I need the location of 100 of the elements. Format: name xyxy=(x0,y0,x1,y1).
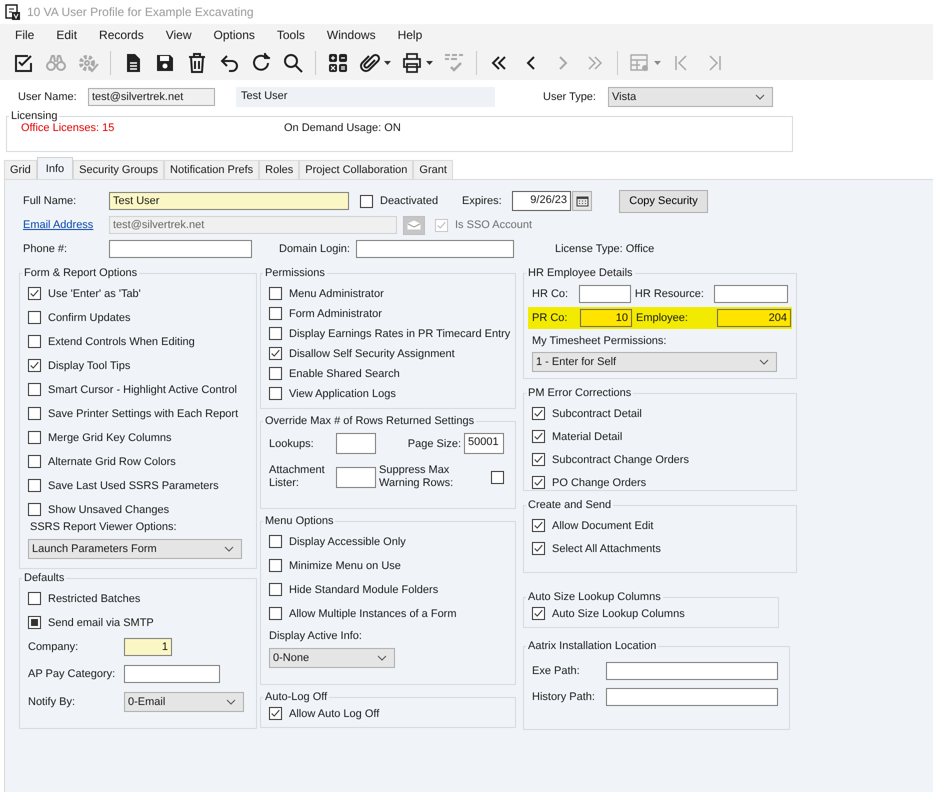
field-label: User Type: xyxy=(543,91,597,103)
calendar-button[interactable] xyxy=(572,191,592,211)
menu-item[interactable]: Help xyxy=(388,28,430,42)
checkbox-label: Hide Standard Module Folders xyxy=(289,584,438,596)
checkbox[interactable] xyxy=(28,287,41,300)
tab[interactable]: Roles xyxy=(259,160,300,179)
checkbox[interactable] xyxy=(28,359,41,372)
spelling-icon xyxy=(443,52,465,74)
checkbox[interactable] xyxy=(532,476,545,489)
checkbox[interactable] xyxy=(532,407,545,420)
checkbox[interactable] xyxy=(360,194,373,208)
tab[interactable]: Notification Prefs xyxy=(164,160,260,179)
group-title: HR Employee Details xyxy=(527,267,634,279)
date-field[interactable]: 9/26/23 xyxy=(512,191,571,211)
dropdown[interactable]: Vista xyxy=(608,87,773,107)
license-count: Office Licenses: 15 xyxy=(20,122,116,134)
text-field[interactable]: 50001 xyxy=(464,433,504,454)
checkbox[interactable] xyxy=(28,383,41,396)
text-field[interactable]: 10 xyxy=(580,309,632,327)
calculator-icon xyxy=(327,52,349,74)
checkbox[interactable] xyxy=(269,607,282,620)
text-field[interactable] xyxy=(336,433,376,454)
text-field[interactable]: test@silvertrek.net xyxy=(109,216,397,234)
field-label: Suppress Max Warning Rows: xyxy=(379,464,454,490)
checkbox[interactable] xyxy=(532,453,545,466)
save-icon xyxy=(154,52,176,74)
dropdown[interactable]: 1 - Enter for Self xyxy=(532,352,777,372)
search-icon xyxy=(282,52,304,74)
app-icon xyxy=(5,4,21,20)
checkbox-label: Extend Controls When Editing xyxy=(48,336,195,348)
text-field[interactable]: 1 xyxy=(124,638,172,656)
text-field[interactable] xyxy=(578,285,631,303)
text-field[interactable] xyxy=(356,240,514,258)
checkbox[interactable] xyxy=(269,559,282,572)
checkbox[interactable] xyxy=(532,542,545,555)
menu-item[interactable]: Windows xyxy=(318,28,384,42)
field-label: Domain Login: xyxy=(279,243,351,255)
chevron-down-icon xyxy=(759,359,769,365)
text-field[interactable] xyxy=(124,665,220,683)
field-label: Lookups: xyxy=(269,438,315,450)
text-field[interactable] xyxy=(606,688,778,706)
checkbox[interactable] xyxy=(269,327,282,340)
checkbox[interactable] xyxy=(28,311,41,324)
checkbox[interactable] xyxy=(28,616,41,629)
checkbox[interactable] xyxy=(28,592,41,605)
copy-security-button[interactable]: Copy Security xyxy=(619,190,708,212)
edit-icon xyxy=(13,52,35,74)
field-label: Attachment Lister: xyxy=(269,464,326,490)
dropdown[interactable]: 0-Email xyxy=(124,692,244,712)
checkbox[interactable] xyxy=(532,607,545,620)
checkbox[interactable] xyxy=(28,479,41,492)
field-label: History Path: xyxy=(532,691,596,703)
checkbox[interactable] xyxy=(28,335,41,348)
text-field[interactable] xyxy=(109,240,252,258)
checkbox[interactable] xyxy=(532,519,545,532)
tab[interactable]: Grid xyxy=(4,160,37,179)
text-field[interactable]: 204 xyxy=(717,309,791,327)
tab[interactable]: Info xyxy=(36,157,74,179)
checkbox[interactable] xyxy=(28,455,41,468)
email-address-link[interactable]: Email Address xyxy=(23,219,94,231)
menu-item[interactable]: View xyxy=(156,28,200,42)
field-label: Employee: xyxy=(636,312,689,324)
menu-item[interactable]: Records xyxy=(90,28,152,42)
menu-item[interactable]: Edit xyxy=(47,28,86,42)
grid-settings-icon xyxy=(629,52,651,74)
field-label: HR Resource: xyxy=(634,288,705,300)
paperclip-icon xyxy=(359,52,381,74)
menu-item[interactable]: Options xyxy=(204,28,263,42)
checkbox[interactable] xyxy=(269,707,282,720)
text-field[interactable]: Test User xyxy=(109,192,349,210)
checkbox[interactable] xyxy=(269,367,282,380)
checkbox[interactable] xyxy=(269,387,282,400)
checkbox[interactable] xyxy=(28,503,41,516)
group-title: Auto-Log Off xyxy=(264,691,328,703)
checkbox[interactable] xyxy=(491,470,504,484)
tab[interactable]: Project Collaboration xyxy=(299,160,414,179)
checkbox[interactable] xyxy=(269,347,282,360)
text-field[interactable] xyxy=(336,466,376,488)
checkbox-label: Minimize Menu on Use xyxy=(289,560,401,572)
checkbox[interactable] xyxy=(28,431,41,444)
text-field[interactable] xyxy=(606,662,778,680)
menu-item[interactable]: Tools xyxy=(268,28,313,42)
checkbox[interactable] xyxy=(28,407,41,420)
text-field[interactable] xyxy=(714,285,788,303)
dropdown[interactable]: Launch Parameters Form xyxy=(28,539,242,559)
chevron-down-icon xyxy=(224,546,234,552)
tab[interactable]: Security Groups xyxy=(73,160,164,179)
tab[interactable]: Grant xyxy=(413,160,453,179)
group-title: Override Max # of Rows Returned Settings xyxy=(264,415,476,427)
checkbox[interactable] xyxy=(532,430,545,443)
checkbox[interactable] xyxy=(269,287,282,300)
checkbox[interactable] xyxy=(269,307,282,320)
chevron-down-icon xyxy=(226,699,236,705)
checkbox[interactable] xyxy=(269,583,282,596)
checkbox-label: Confirm Updates xyxy=(48,312,131,324)
dropdown[interactable]: 0-None xyxy=(269,648,395,668)
menu-item[interactable]: File xyxy=(6,28,42,42)
email-button[interactable] xyxy=(403,216,425,234)
checkbox[interactable] xyxy=(269,535,282,548)
text-field[interactable]: test@silvertrek.net xyxy=(88,88,215,106)
